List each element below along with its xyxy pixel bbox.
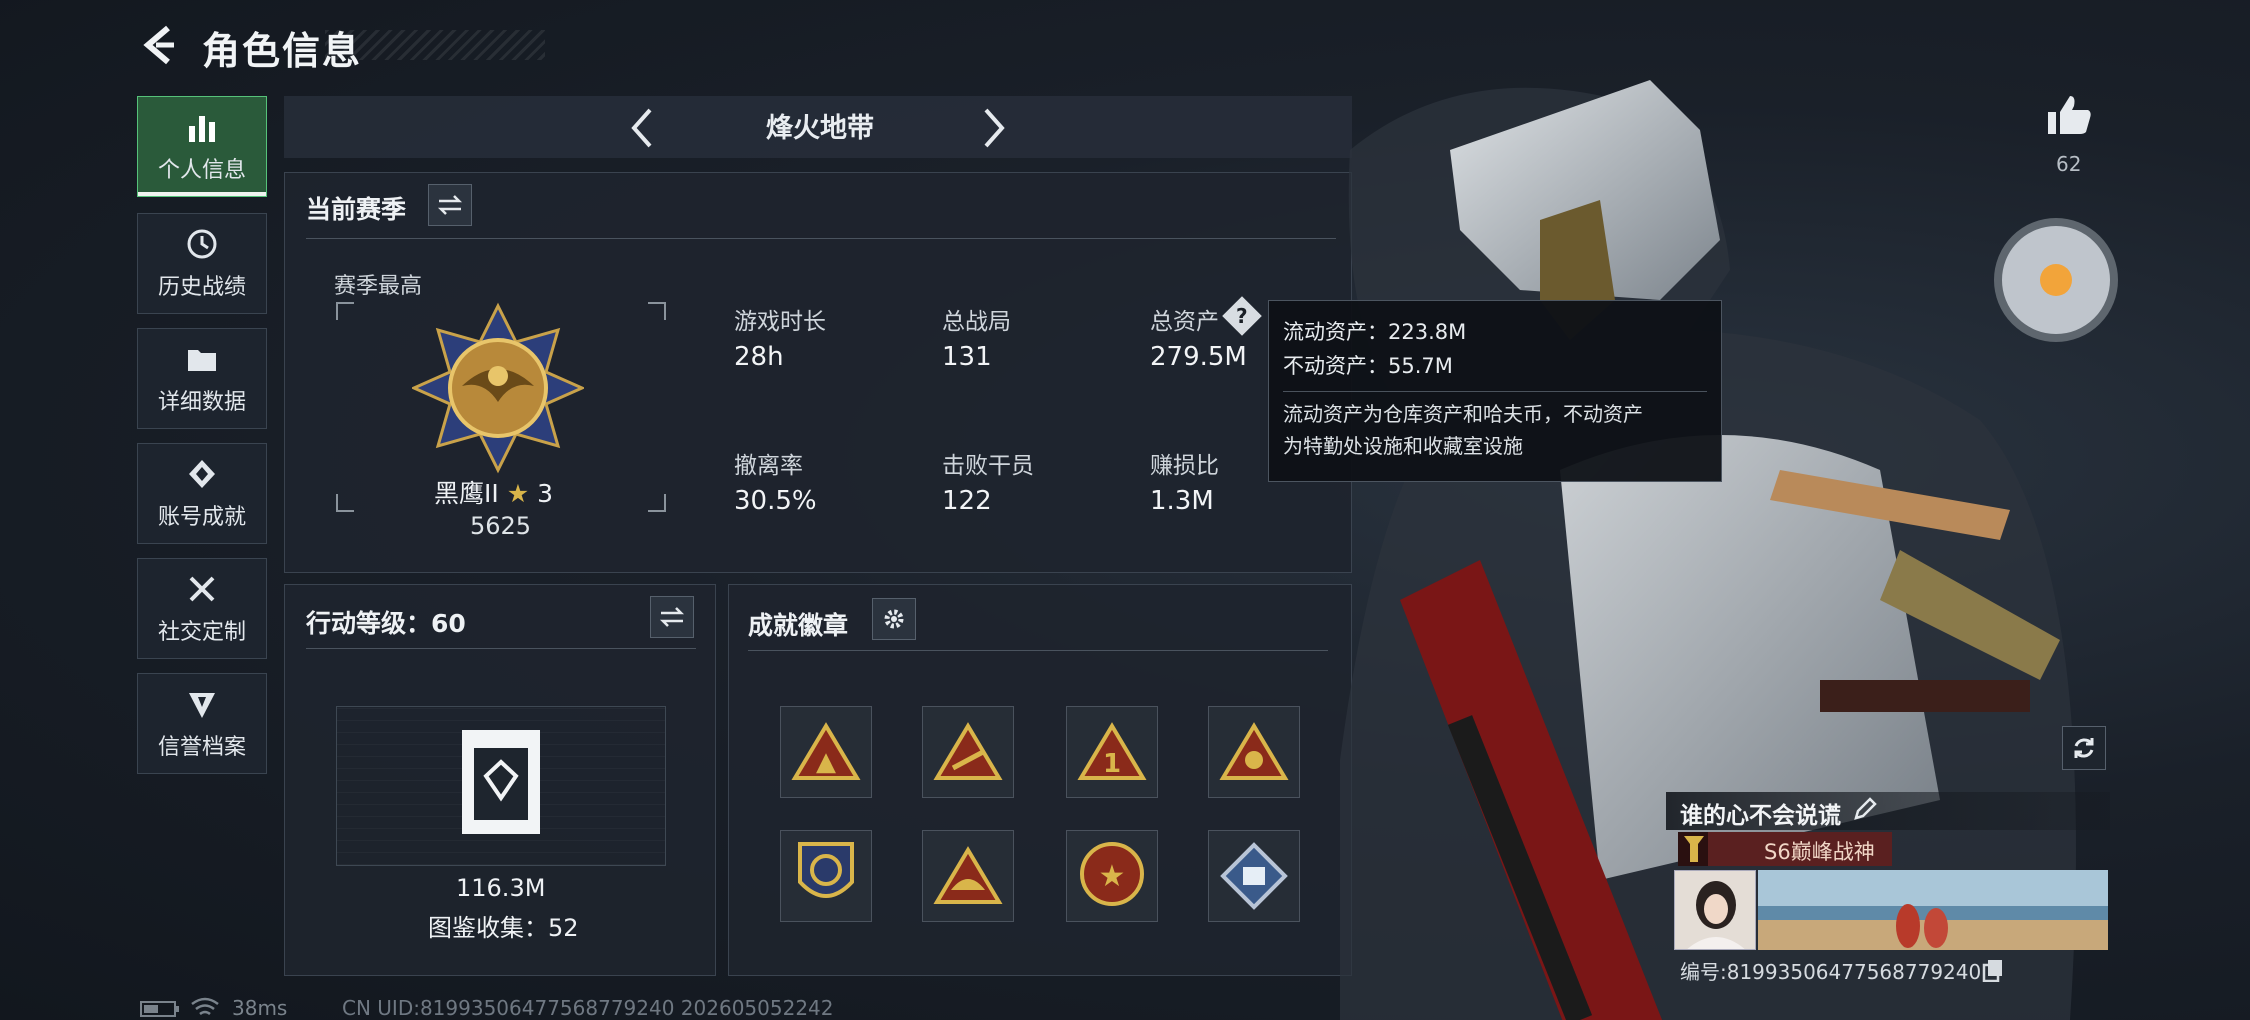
badge-4-icon[interactable] [1208, 706, 1300, 798]
badge-2-icon[interactable] [922, 706, 1014, 798]
back-arrow-icon [143, 25, 174, 65]
nav-label: 社交定制 [157, 619, 246, 645]
profile-name: 谁的心不会说谎 [1680, 803, 1841, 829]
badge-3-icon[interactable]: 1 [1066, 706, 1158, 798]
history-icon [185, 227, 219, 261]
refresh-icon [2074, 738, 2094, 758]
stat-value-extract-rate: 30.5% [734, 486, 817, 516]
swap-icon [437, 195, 463, 215]
edit-pencil-icon [1854, 797, 1877, 820]
nav-label: 信誉档案 [157, 734, 246, 760]
badge-7-icon[interactable]: ★ [1066, 830, 1158, 922]
copy-icon [1982, 960, 2002, 983]
tooltip-fixed-assets: 不动资产：55.7M [1283, 354, 1453, 378]
edit-name-button[interactable] [1852, 796, 1878, 826]
stat-label-kills: 击败干员 [942, 453, 1034, 479]
season-best-label: 赛季最高 [334, 274, 423, 299]
like-button[interactable] [2046, 92, 2094, 140]
chevron-left-icon [631, 108, 652, 148]
badges-title: 成就徽章 [748, 611, 849, 640]
nav-item-detail-data[interactable]: 详细数据 [137, 328, 267, 429]
badges-divider [748, 650, 1328, 651]
nav-item-reputation[interactable]: 信誉档案 [137, 673, 267, 774]
badge-6-icon[interactable] [922, 830, 1014, 922]
svg-text:★: ★ [1099, 859, 1126, 894]
level-title: 行动等级：60 [306, 609, 466, 638]
stat-label-profit-ratio: 赚损比 [1150, 453, 1219, 479]
collection-icon [458, 726, 544, 842]
nav-item-history[interactable]: 历史战绩 [137, 213, 267, 314]
like-count: 62 [2056, 152, 2082, 176]
footer-uid: CN UID:81993506477568779240 202605052242 [342, 996, 834, 1020]
level-switch-button[interactable] [650, 596, 694, 638]
stat-value-assets: 279.5M [1150, 342, 1247, 372]
prev-mode-button[interactable] [616, 100, 666, 156]
thumbs-up-icon [2048, 96, 2091, 134]
nav-label: 个人信息 [157, 157, 246, 183]
collection-value: 116.3M [456, 874, 546, 902]
mode-title: 烽火地带 [766, 113, 874, 144]
rank-name-row: 黑鹰II ★ 3 [434, 474, 553, 510]
shield-icon [185, 687, 219, 721]
rank-title: S6巅峰战神 [1764, 840, 1875, 864]
battery-icon [140, 1000, 180, 1020]
badge-5-icon[interactable] [780, 830, 872, 922]
stat-label-assets: 总资产 [1150, 309, 1219, 335]
bar-chart-icon [185, 110, 219, 144]
profile-uid: 编号:8199350647756877924​0 [1680, 960, 1982, 984]
badge-8-icon[interactable] [1208, 830, 1300, 922]
season-switch-button[interactable] [428, 184, 472, 226]
copy-uid-button[interactable] [1982, 958, 2004, 986]
svg-text:▲: ▲ [816, 747, 836, 777]
ping-value: 38ms [232, 996, 288, 1020]
nav-label: 详细数据 [157, 389, 246, 415]
avatar[interactable] [1674, 870, 1756, 950]
rank-tag-icon [1682, 834, 1706, 868]
stat-value-matches: 131 [942, 342, 992, 372]
title-decoration [325, 30, 545, 60]
profile-banner-image [1758, 870, 2108, 950]
folder-icon [185, 342, 219, 376]
chevron-right-icon [984, 108, 1005, 148]
assets-tooltip: 流动资产：223.8M 不动资产：55.7M 流动资产为仓库资产和哈夫币，不动资… [1268, 300, 1722, 482]
nav-item-achievements[interactable]: 账号成就 [137, 443, 267, 544]
tooltip-liquid-assets: 流动资产：223.8M [1283, 320, 1467, 344]
rank-stars: 3 [537, 479, 553, 508]
wifi-icon [190, 996, 220, 1020]
tooltip-divider [1283, 391, 1707, 392]
rank-emblem-icon [410, 302, 586, 478]
stat-value-playtime: 28h [734, 342, 784, 372]
achievement-icon [185, 457, 219, 491]
stat-value-profit-ratio: 1.3M [1150, 486, 1214, 516]
tooltip-desc-line2: 为特勤处设施和收藏室设施 [1283, 434, 1523, 458]
stat-label-playtime: 游戏时长 [734, 309, 826, 335]
next-mode-button[interactable] [970, 100, 1020, 156]
stat-label-matches: 总战局 [942, 309, 1011, 335]
season-title: 当前赛季 [306, 195, 407, 224]
stat-label-extract-rate: 撤离率 [734, 453, 803, 479]
collection-count: 图鉴收集：52 [428, 914, 579, 942]
level-divider [306, 648, 696, 649]
tooltip-desc-line1: 流动资产为仓库资产和哈夫币，不动资产 [1283, 402, 1643, 426]
nav-item-social[interactable]: 社交定制 [137, 558, 267, 659]
tools-icon [185, 572, 219, 606]
back-button[interactable] [138, 22, 184, 68]
rank-name: 黑鹰II [434, 479, 499, 508]
gear-icon [884, 609, 904, 629]
season-divider [306, 238, 1336, 239]
svg-text:1: 1 [1103, 749, 1121, 779]
star-icon: ★ [506, 479, 530, 508]
rank-score: 5625 [470, 512, 532, 540]
nav-label: 账号成就 [157, 504, 246, 530]
nav-label: 历史战绩 [157, 274, 246, 300]
swap-icon [659, 607, 685, 627]
nav-item-personal-info[interactable]: 个人信息 [137, 96, 267, 197]
stat-value-kills: 122 [942, 486, 992, 516]
badge-1-icon[interactable]: ▲ [780, 706, 872, 798]
badges-settings-button[interactable] [872, 598, 916, 640]
rotate-model-button[interactable] [2062, 726, 2106, 770]
